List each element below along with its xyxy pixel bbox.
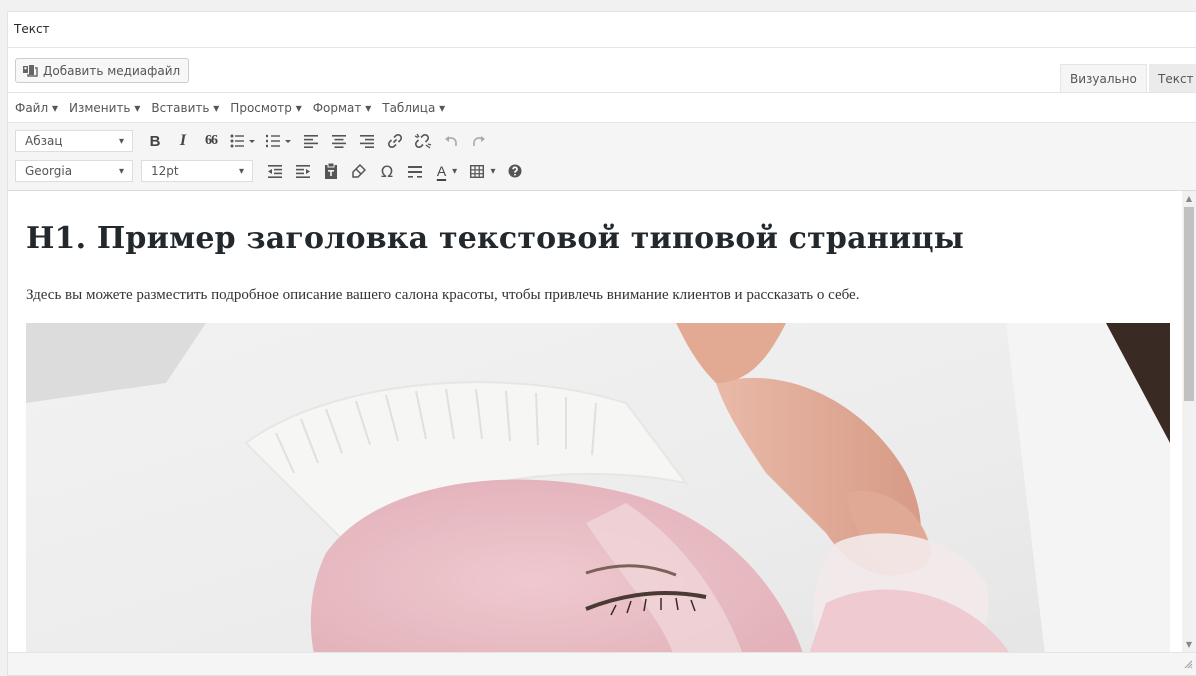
blockquote-button[interactable]: 66 <box>197 129 225 153</box>
indent-icon <box>296 164 310 178</box>
bullet-list-button[interactable] <box>225 129 261 153</box>
font-size-select[interactable]: 12pt ▾ <box>141 160 253 182</box>
menu-view[interactable]: Просмотр ▾ <box>230 101 301 115</box>
chevron-down-icon: ▾ <box>452 165 458 177</box>
paste-text-icon <box>324 163 338 179</box>
menu-table[interactable]: Таблица ▾ <box>382 101 445 115</box>
unlink-button[interactable] <box>409 129 437 153</box>
clear-formatting-button[interactable] <box>345 159 373 183</box>
horizontal-line-icon <box>408 165 422 178</box>
bold-icon: B <box>149 132 161 150</box>
align-center-icon <box>332 134 346 148</box>
redo-icon <box>472 134 486 148</box>
editor-content-area[interactable]: H1. Пример заголовка текстовой типовой с… <box>8 191 1196 653</box>
scroll-up-icon[interactable]: ▲ <box>1182 193 1196 205</box>
toolbar-row-1: Абзац ▾ B I 66 <box>15 128 493 154</box>
chevron-down-icon: ▾ <box>490 165 496 177</box>
content-paragraph: Здесь вы можете разместить подробное опи… <box>26 287 860 303</box>
media-icon <box>22 64 38 78</box>
numbered-list-button[interactable] <box>261 129 297 153</box>
help-icon <box>508 164 522 178</box>
blockquote-icon: 66 <box>205 133 218 148</box>
toolbar-row-2: Georgia ▾ 12pt ▾ Ω A ▾ ▾ <box>15 158 529 184</box>
special-character-icon: Ω <box>380 161 394 181</box>
text-color-button[interactable]: A ▾ <box>429 159 465 183</box>
text-color-glyph: A <box>436 163 447 179</box>
italic-button[interactable]: I <box>169 129 197 153</box>
undo-icon <box>444 134 458 148</box>
indent-button[interactable] <box>289 159 317 183</box>
bullet-list-icon <box>230 134 256 148</box>
align-center-button[interactable] <box>325 129 353 153</box>
numbered-list-icon <box>266 134 292 148</box>
font-family-value: Georgia <box>25 164 73 178</box>
help-button[interactable] <box>501 159 529 183</box>
text-color-icon: A ▾ <box>437 163 457 179</box>
outdent-button[interactable] <box>261 159 289 183</box>
menubar: Файл ▾ Изменить ▾ Вставить ▾ Просмотр ▾ … <box>8 93 1196 123</box>
chevron-down-icon: ▾ <box>118 165 124 177</box>
resize-handle-icon[interactable] <box>1183 658 1193 672</box>
postbox-title: Текст <box>8 12 1196 48</box>
menu-insert[interactable]: Вставить ▾ <box>151 101 219 115</box>
clear-formatting-icon <box>352 164 366 178</box>
table-icon: ▾ <box>470 164 496 178</box>
align-right-button[interactable] <box>353 129 381 153</box>
menu-edit[interactable]: Изменить ▾ <box>69 101 140 115</box>
editor-postbox: Текст Добавить медиафайл Визуально Текст… <box>7 11 1196 676</box>
tab-visual[interactable]: Визуально <box>1060 64 1147 93</box>
link-button[interactable] <box>381 129 409 153</box>
outdent-icon <box>268 164 282 178</box>
add-media-label: Добавить медиафайл <box>43 63 181 78</box>
format-select-value: Абзац <box>25 134 63 148</box>
paste-as-text-button[interactable] <box>317 159 345 183</box>
bold-button[interactable]: B <box>141 129 169 153</box>
format-select[interactable]: Абзац ▾ <box>15 130 133 152</box>
add-media-button[interactable]: Добавить медиафайл <box>15 58 190 83</box>
redo-button[interactable] <box>465 129 493 153</box>
media-row: Добавить медиафайл Визуально Текст <box>8 48 1196 93</box>
align-right-icon <box>360 134 374 148</box>
font-size-value: 12pt <box>151 164 179 178</box>
menu-format[interactable]: Формат ▾ <box>313 101 372 115</box>
menu-file[interactable]: Файл ▾ <box>15 101 58 115</box>
table-button[interactable]: ▾ <box>465 159 501 183</box>
link-icon <box>387 133 403 149</box>
content-scrollbar[interactable]: ▲ ▼ <box>1182 191 1196 653</box>
align-left-icon <box>304 134 318 148</box>
tab-text[interactable]: Текст <box>1149 64 1196 93</box>
font-family-select[interactable]: Georgia ▾ <box>15 160 133 182</box>
align-left-button[interactable] <box>297 129 325 153</box>
unlink-icon <box>414 133 432 149</box>
undo-button[interactable] <box>437 129 465 153</box>
chevron-down-icon: ▾ <box>238 165 244 177</box>
editor-statusbar <box>8 652 1196 675</box>
tinymce-editor: Файл ▾ Изменить ▾ Вставить ▾ Просмотр ▾ … <box>8 92 1196 675</box>
content-heading: H1. Пример заголовка текстовой типовой с… <box>26 221 964 256</box>
scroll-down-icon[interactable]: ▼ <box>1182 639 1196 651</box>
italic-icon: I <box>179 132 187 149</box>
scrollbar-thumb[interactable] <box>1184 207 1194 401</box>
horizontal-line-button[interactable] <box>401 159 429 183</box>
special-character-button[interactable]: Ω <box>373 159 401 183</box>
toolbar: Абзац ▾ B I 66 Georgia ▾ 12pt ▾ Ω A ▾ ▾ <box>8 123 1196 191</box>
chevron-down-icon: ▾ <box>118 135 124 147</box>
face-mask-photo[interactable] <box>26 323 1170 653</box>
